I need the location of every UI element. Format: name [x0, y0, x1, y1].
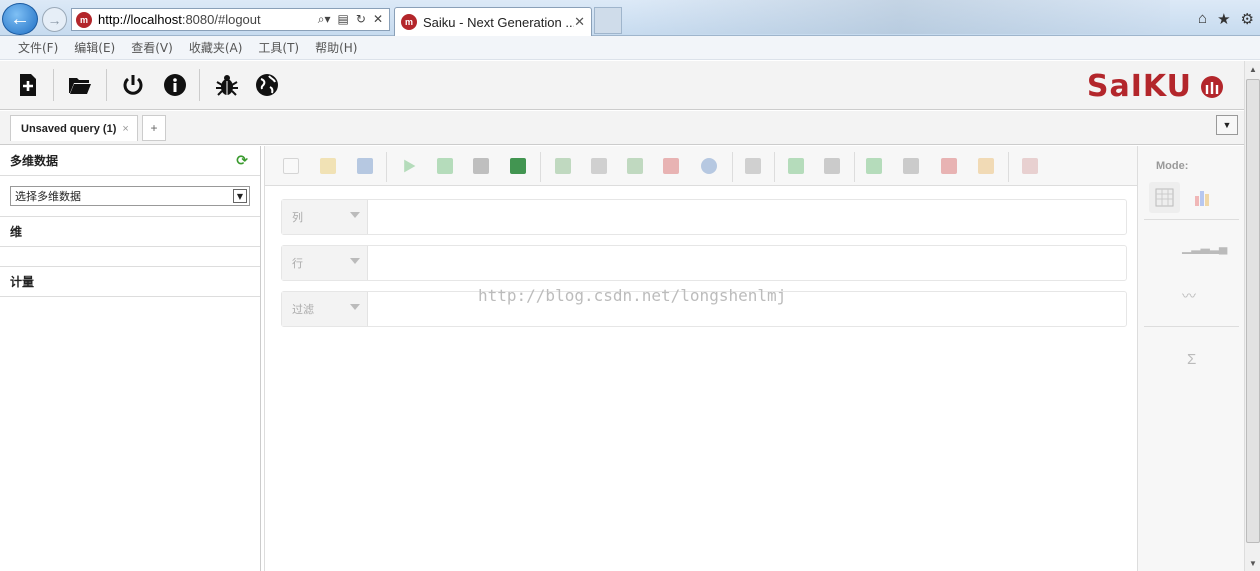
new-query-icon[interactable] [15, 72, 41, 98]
drillthrough-icon[interactable] [745, 158, 761, 174]
query-workspace: 列 行 过滤 [264, 146, 1137, 571]
measures-header: 计量 [0, 267, 260, 297]
toolbar-separator [106, 69, 107, 101]
browser-tab[interactable]: m Saiku - Next Generation ... ✕ [394, 7, 592, 36]
app-toolbar: SaIKU [0, 61, 1244, 110]
export-xls-icon[interactable] [866, 158, 882, 174]
scroll-thumb[interactable] [1246, 79, 1260, 543]
refresh-cubes-icon[interactable]: ⟳ [236, 153, 248, 169]
menu-help[interactable]: 帮助(H) [315, 39, 357, 56]
dimensions-list [0, 247, 260, 267]
table-icon [1155, 188, 1174, 207]
favicon-icon: m [76, 11, 92, 28]
menu-edit[interactable]: 编辑(E) [74, 39, 115, 56]
columns-axis[interactable]: 列 [281, 199, 1127, 235]
refresh-icon[interactable]: ↻ [356, 12, 366, 27]
chevron-down-icon[interactable] [350, 258, 360, 264]
forward-button[interactable]: → [42, 7, 67, 32]
tag-icon[interactable] [1022, 158, 1038, 174]
new-tab-button[interactable] [594, 7, 622, 34]
workspace-toolbar [265, 146, 1137, 186]
cubes-header: 多维数据 ⟳ [0, 146, 260, 176]
non-empty-icon[interactable] [591, 158, 607, 174]
tab-close-icon[interactable]: × [122, 123, 128, 135]
watermark: http://blog.csdn.net/longshenlmj [478, 286, 787, 305]
vertical-scrollbar[interactable]: ▲ ▼ [1244, 61, 1260, 571]
browser-chrome: ← → m http://localhost:8080/#logout ⌕▾ ▤… [0, 0, 1260, 36]
rows-axis[interactable]: 行 [281, 245, 1127, 281]
edit-icon[interactable] [978, 158, 994, 174]
menu-bar: 文件(F) 编辑(E) 查看(V) 收藏夹(A) 工具(T) 帮助(H) [0, 36, 1260, 60]
export-csv-icon[interactable] [903, 158, 919, 174]
compat-view-icon[interactable]: ▤ [338, 12, 349, 27]
menu-favorites[interactable]: 收藏夹(A) [189, 39, 243, 56]
dimensions-header: 维 [0, 217, 260, 247]
chevron-down-icon[interactable]: ▼ [233, 189, 247, 203]
toolbar-separator [199, 69, 200, 101]
toolbar-separator [53, 69, 54, 101]
run-icon[interactable] [404, 159, 416, 173]
chevron-down-icon[interactable] [350, 212, 360, 218]
tab-unsaved-query[interactable]: Unsaved query (1) × [10, 115, 138, 141]
scroll-up-icon[interactable]: ▲ [1245, 61, 1260, 77]
star-icon[interactable]: ★ [1217, 10, 1230, 28]
address-url[interactable]: http://localhost:8080/#logout [98, 12, 261, 27]
swap-axes-icon[interactable] [555, 158, 571, 174]
add-tab-button[interactable]: + [142, 115, 166, 141]
toggle-fields-icon[interactable] [510, 158, 526, 174]
menu-tools[interactable]: 工具(T) [258, 39, 299, 56]
tab-label: Unsaved query (1) [21, 122, 117, 135]
line-chart-icon[interactable]: 〰 [1182, 286, 1196, 306]
menu-view[interactable]: 查看(V) [131, 39, 173, 56]
saiku-logo-icon [1201, 75, 1223, 98]
chart-icon [1195, 191, 1209, 206]
sigma-icon[interactable]: Σ [1187, 351, 1196, 368]
globe-icon[interactable] [254, 72, 280, 98]
chevron-down-icon[interactable] [350, 304, 360, 310]
back-button[interactable]: ← [2, 3, 38, 35]
menu-file[interactable]: 文件(F) [18, 39, 58, 56]
home-icon[interactable]: ⌂ [1198, 10, 1207, 28]
tab-title: Saiku - Next Generation ... [423, 14, 575, 30]
new-icon[interactable] [283, 158, 299, 174]
address-bar[interactable]: m http://localhost:8080/#logout ⌕▾ ▤ ↻ ✕ [71, 8, 390, 31]
address-tools: ⌕▾ ▤ ↻ ✕ [318, 12, 389, 27]
open-icon[interactable] [320, 158, 336, 174]
tab-favicon-icon: m [401, 14, 417, 30]
gear-icon[interactable]: ⚙ [1241, 10, 1254, 28]
right-panel: Mode: ▁▂▃▂▄ 〰 Σ [1137, 146, 1244, 571]
refresh-data-icon[interactable] [627, 158, 643, 174]
logout-icon[interactable] [120, 72, 146, 98]
explain-icon[interactable] [701, 158, 717, 174]
download-icon[interactable] [788, 158, 804, 174]
tab-dropdown-button[interactable]: ▼ [1216, 115, 1238, 135]
about-icon[interactable] [162, 72, 188, 98]
mdx-icon[interactable] [663, 158, 679, 174]
bar-chart-icon[interactable]: ▁▂▃▂▄ [1182, 240, 1227, 254]
table-mode-button[interactable] [1149, 182, 1180, 213]
chrome-icons: ⌂ ★ ⚙ [1198, 10, 1254, 28]
cube-select[interactable]: 选择多维数据 ▼ [10, 186, 250, 206]
query-tabs-row: Unsaved query (1) × + ▼ [0, 111, 1244, 145]
blurred-background [630, 0, 1170, 34]
chart-mode-button[interactable] [1186, 182, 1217, 213]
tab-close-icon[interactable]: ✕ [574, 14, 585, 30]
drill-down-icon[interactable] [824, 158, 840, 174]
hide-parents-icon[interactable] [473, 158, 489, 174]
search-icon[interactable]: ⌕▾ [318, 12, 331, 27]
mode-label: Mode: [1156, 160, 1189, 172]
left-panel: 多维数据 ⟳ 选择多维数据 ▼ 维 计量 [0, 146, 261, 571]
logo-text: SaIKU [1086, 69, 1192, 104]
saiku-logo: SaIKU [1087, 69, 1224, 104]
bug-icon[interactable] [214, 72, 240, 98]
open-query-icon[interactable] [67, 72, 93, 98]
scroll-down-icon[interactable]: ▼ [1245, 555, 1260, 571]
stop-icon[interactable]: ✕ [373, 12, 383, 27]
export-pdf-icon[interactable] [941, 158, 957, 174]
auto-run-icon[interactable] [437, 158, 453, 174]
save-icon[interactable] [357, 158, 373, 174]
